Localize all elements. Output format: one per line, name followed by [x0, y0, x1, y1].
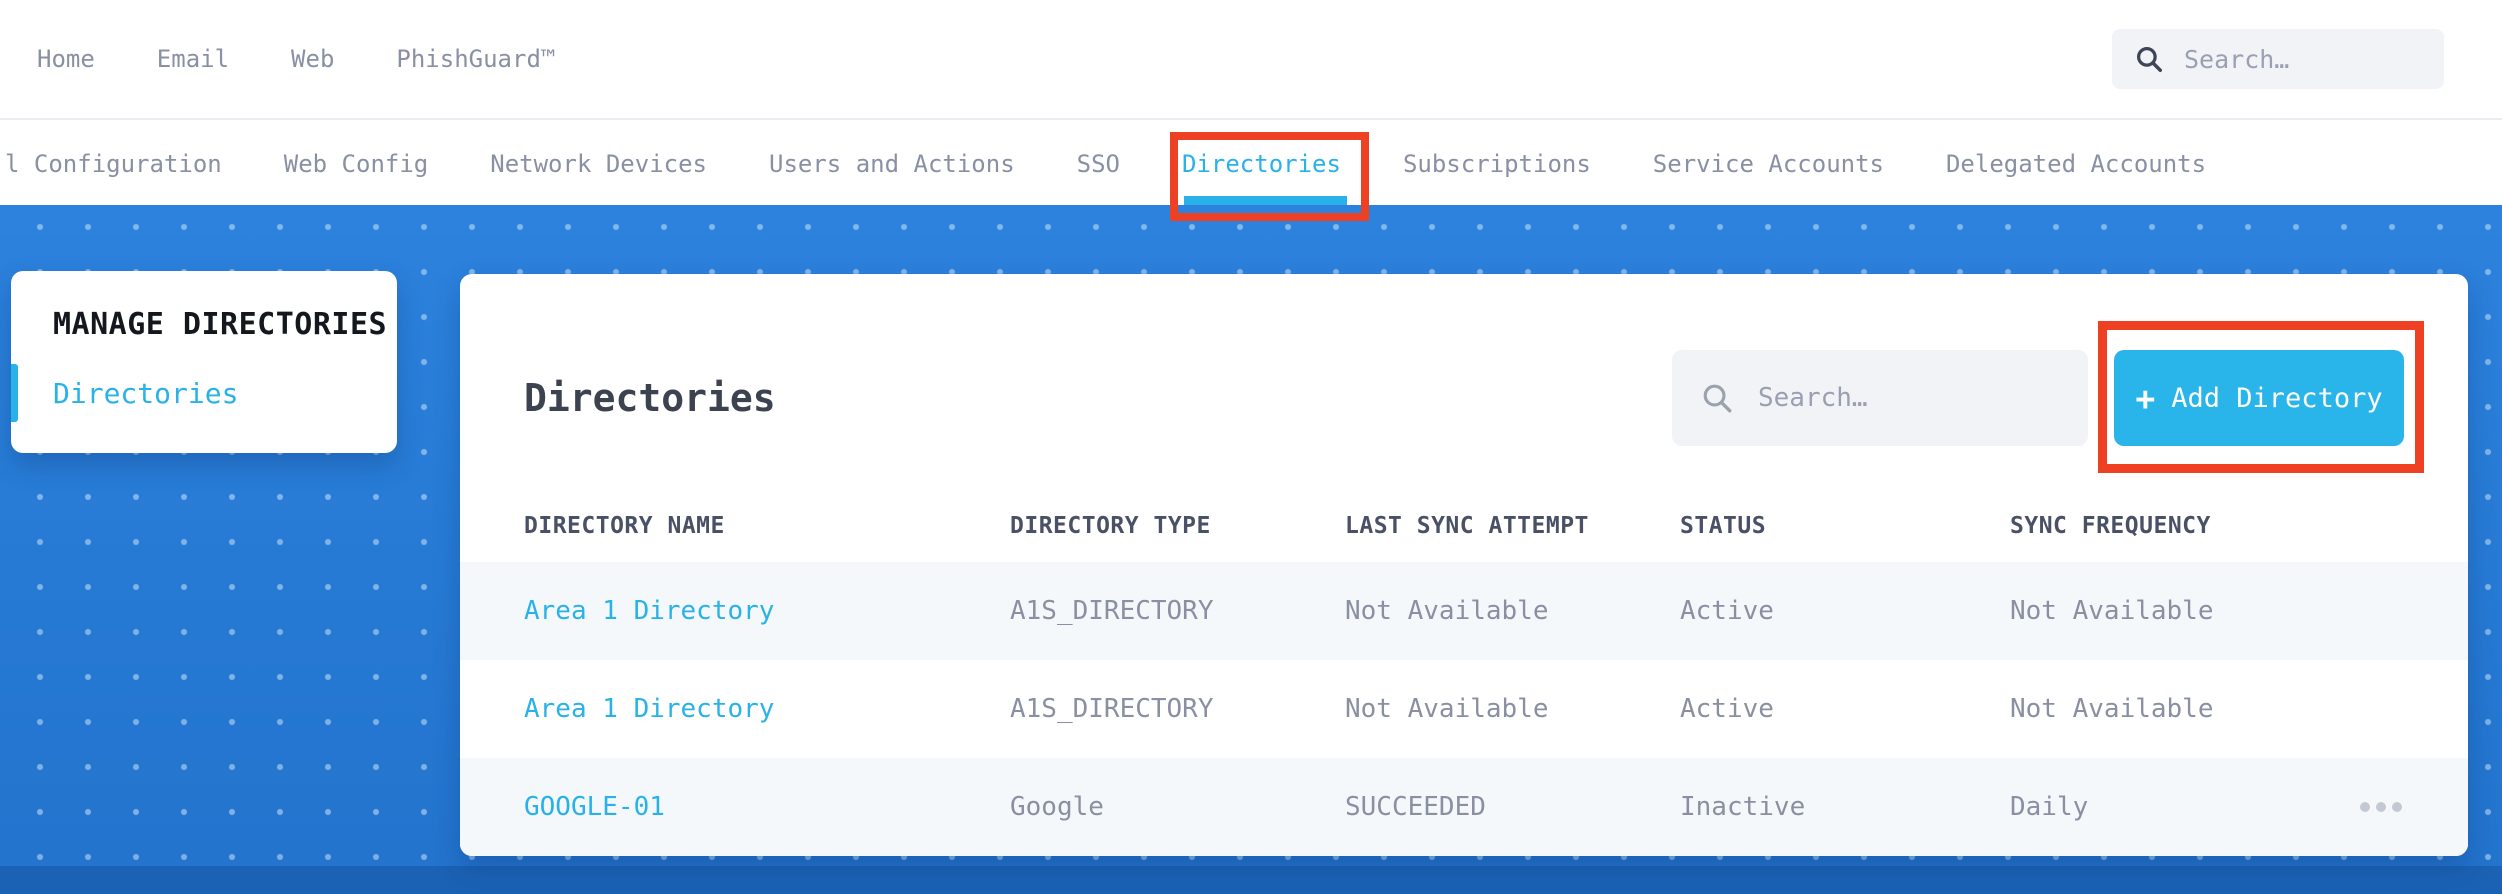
- add-directory-button-wrap: + Add Directory: [2098, 321, 2424, 473]
- tab-users-and-actions[interactable]: Users and Actions: [769, 122, 1015, 205]
- directories-panel: Directories + Add Directory: [460, 274, 2468, 856]
- primary-nav-items: Home Email Web PhishGuard™: [0, 45, 555, 73]
- content-area: MANAGE DIRECTORIES Directories Directori…: [0, 205, 2502, 894]
- plus-icon: +: [2135, 378, 2156, 418]
- cell-directory-type: A1S_DIRECTORY: [1010, 694, 1214, 724]
- cell-actions: [2344, 796, 2404, 818]
- add-directory-button-label: Add Directory: [2171, 382, 2383, 414]
- primary-nav: Home Email Web PhishGuard™: [0, 0, 2502, 120]
- table-row: Area 1 Directory A1S_DIRECTORY Not Avail…: [460, 562, 2468, 660]
- cell-status: Active: [1680, 596, 1774, 626]
- nav-item-web[interactable]: Web: [291, 45, 334, 73]
- cell-last-sync-attempt: SUCCEEDED: [1345, 792, 1486, 822]
- panel-header-controls: + Add Directory: [1672, 321, 2424, 473]
- nav-item-phishguard[interactable]: PhishGuard™: [396, 45, 555, 73]
- directories-table: DIRECTORY NAME DIRECTORY TYPE LAST SYNC …: [460, 490, 2468, 856]
- directories-search-box[interactable]: [1672, 350, 2088, 446]
- tab-service-accounts[interactable]: Service Accounts: [1653, 122, 1884, 205]
- directory-name-link[interactable]: Area 1 Directory: [524, 596, 1010, 626]
- global-search-input[interactable]: [2182, 43, 2422, 75]
- cell-status: Inactive: [1680, 792, 1806, 822]
- cell-sync-frequency: Not Available: [2010, 694, 2214, 724]
- sidebar-item-directories[interactable]: Directories: [53, 377, 238, 410]
- cell-last-sync-attempt: Not Available: [1345, 596, 1549, 626]
- panel-title: Directories: [524, 376, 776, 420]
- tab-configuration-truncated[interactable]: l Configuration: [5, 122, 222, 205]
- column-header-status: STATUS: [1680, 513, 1767, 539]
- global-search-box[interactable]: [2112, 29, 2444, 89]
- cell-directory-type: Google: [1010, 792, 1104, 822]
- tab-subscriptions[interactable]: Subscriptions: [1403, 122, 1591, 205]
- tab-web-config[interactable]: Web Config: [284, 122, 429, 205]
- table-row: GOOGLE-01 Google SUCCEEDED Inactive Dail…: [460, 758, 2468, 856]
- directory-name-link[interactable]: GOOGLE-01: [524, 792, 1010, 822]
- cell-last-sync-attempt: Not Available: [1345, 694, 1549, 724]
- tab-delegated-accounts[interactable]: Delegated Accounts: [1946, 122, 2206, 205]
- column-header-sync-frequency: SYNC FREQUENCY: [2010, 513, 2211, 539]
- column-header-last-sync-attempt: LAST SYNC ATTEMPT: [1345, 513, 1589, 539]
- directory-name-link[interactable]: Area 1 Directory: [524, 694, 1010, 724]
- nav-item-email[interactable]: Email: [157, 45, 229, 73]
- sidebar-card-title: MANAGE DIRECTORIES: [53, 307, 388, 342]
- nav-item-home[interactable]: Home: [37, 45, 95, 73]
- column-header-directory-type: DIRECTORY TYPE: [1010, 513, 1211, 539]
- panel-header: Directories + Add Directory: [524, 321, 2424, 473]
- directories-search-input[interactable]: [1756, 382, 2060, 414]
- add-directory-button[interactable]: + Add Directory: [2114, 350, 2404, 446]
- manage-directories-card: MANAGE DIRECTORIES Directories: [11, 271, 397, 453]
- cell-status: Active: [1680, 694, 1774, 724]
- tab-directories[interactable]: Directories: [1170, 122, 1369, 221]
- horizontal-ellipsis-icon[interactable]: [2358, 796, 2404, 818]
- column-header-directory-name: DIRECTORY NAME: [524, 513, 725, 539]
- tab-directories-label: Directories: [1182, 149, 1341, 178]
- table-header-row: DIRECTORY NAME DIRECTORY TYPE LAST SYNC …: [460, 490, 2468, 562]
- cell-sync-frequency: Not Available: [2010, 596, 2214, 626]
- search-icon: [1703, 384, 1732, 413]
- search-icon: [2137, 47, 2162, 72]
- bottom-dark-strip: [0, 866, 2502, 894]
- tab-network-devices[interactable]: Network Devices: [490, 122, 707, 205]
- active-tab-underline: [1184, 196, 1347, 205]
- secondary-nav: l Configuration Web Config Network Devic…: [0, 122, 2502, 221]
- active-item-accent-bar: [11, 364, 18, 422]
- cell-directory-type: A1S_DIRECTORY: [1010, 596, 1214, 626]
- table-row: Area 1 Directory A1S_DIRECTORY Not Avail…: [460, 660, 2468, 758]
- tab-sso[interactable]: SSO: [1077, 122, 1120, 205]
- cell-sync-frequency: Daily: [2010, 792, 2089, 822]
